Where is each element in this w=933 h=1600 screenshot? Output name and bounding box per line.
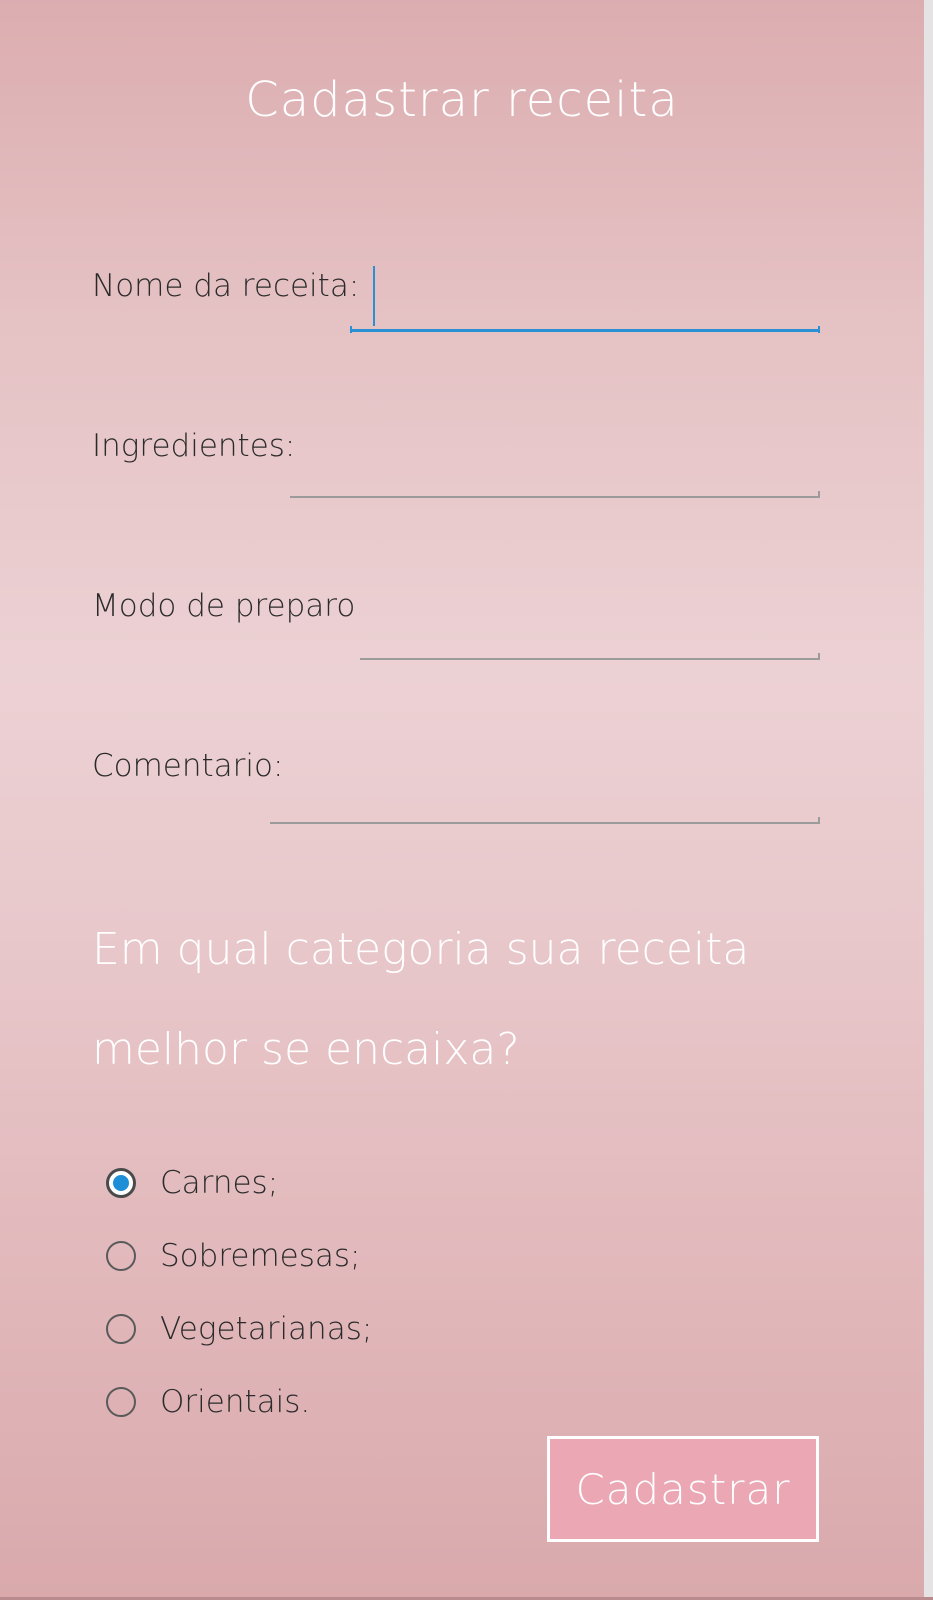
category-question-line-1: Em qual categoria sua receita <box>92 924 750 975</box>
recipe-name-input-tick-left <box>350 326 352 333</box>
radio-option-sobremesas[interactable]: Sobremesas; <box>106 1231 360 1281</box>
radio-label-orientais: Orientais. <box>160 1384 311 1420</box>
radio-button-vegetarianas[interactable] <box>106 1314 136 1344</box>
radio-button-carnes[interactable] <box>106 1168 136 1198</box>
recipe-name-input[interactable] <box>350 288 820 332</box>
preparation-input[interactable] <box>360 616 820 660</box>
ingredients-input[interactable] <box>290 454 820 498</box>
preparation-label: Modo de preparo <box>92 588 356 624</box>
page-title: Cadastrar receita <box>245 72 679 128</box>
radio-selected-dot <box>113 1175 129 1191</box>
preparation-input-tick-right <box>818 653 820 660</box>
ingredients-input-tick-right <box>818 491 820 498</box>
category-question: Em qual categoria sua receita melhor se … <box>92 900 892 1100</box>
comment-label: Comentario: <box>92 748 284 784</box>
ingredients-label: Ingredientes: <box>92 428 296 464</box>
category-question-line-2: melhor se encaixa? <box>92 1024 520 1075</box>
radio-label-carnes: Carnes; <box>160 1165 279 1201</box>
window-right-edge <box>924 0 933 1600</box>
comment-input-tick-right <box>818 817 820 824</box>
recipe-name-input-tick-right <box>818 326 820 333</box>
radio-button-sobremesas[interactable] <box>106 1241 136 1271</box>
radio-button-orientais[interactable] <box>106 1387 136 1417</box>
comment-input[interactable] <box>270 780 820 824</box>
submit-button[interactable]: Cadastrar <box>547 1436 819 1542</box>
text-caret <box>373 266 375 326</box>
radio-option-vegetarianas[interactable]: Vegetarianas; <box>106 1304 372 1354</box>
radio-option-carnes[interactable]: Carnes; <box>106 1158 278 1208</box>
radio-label-vegetarianas: Vegetarianas; <box>160 1311 373 1347</box>
recipe-name-label: Nome da receita: <box>92 268 360 304</box>
radio-option-orientais[interactable]: Orientais. <box>106 1377 310 1427</box>
radio-label-sobremesas: Sobremesas; <box>160 1238 361 1274</box>
